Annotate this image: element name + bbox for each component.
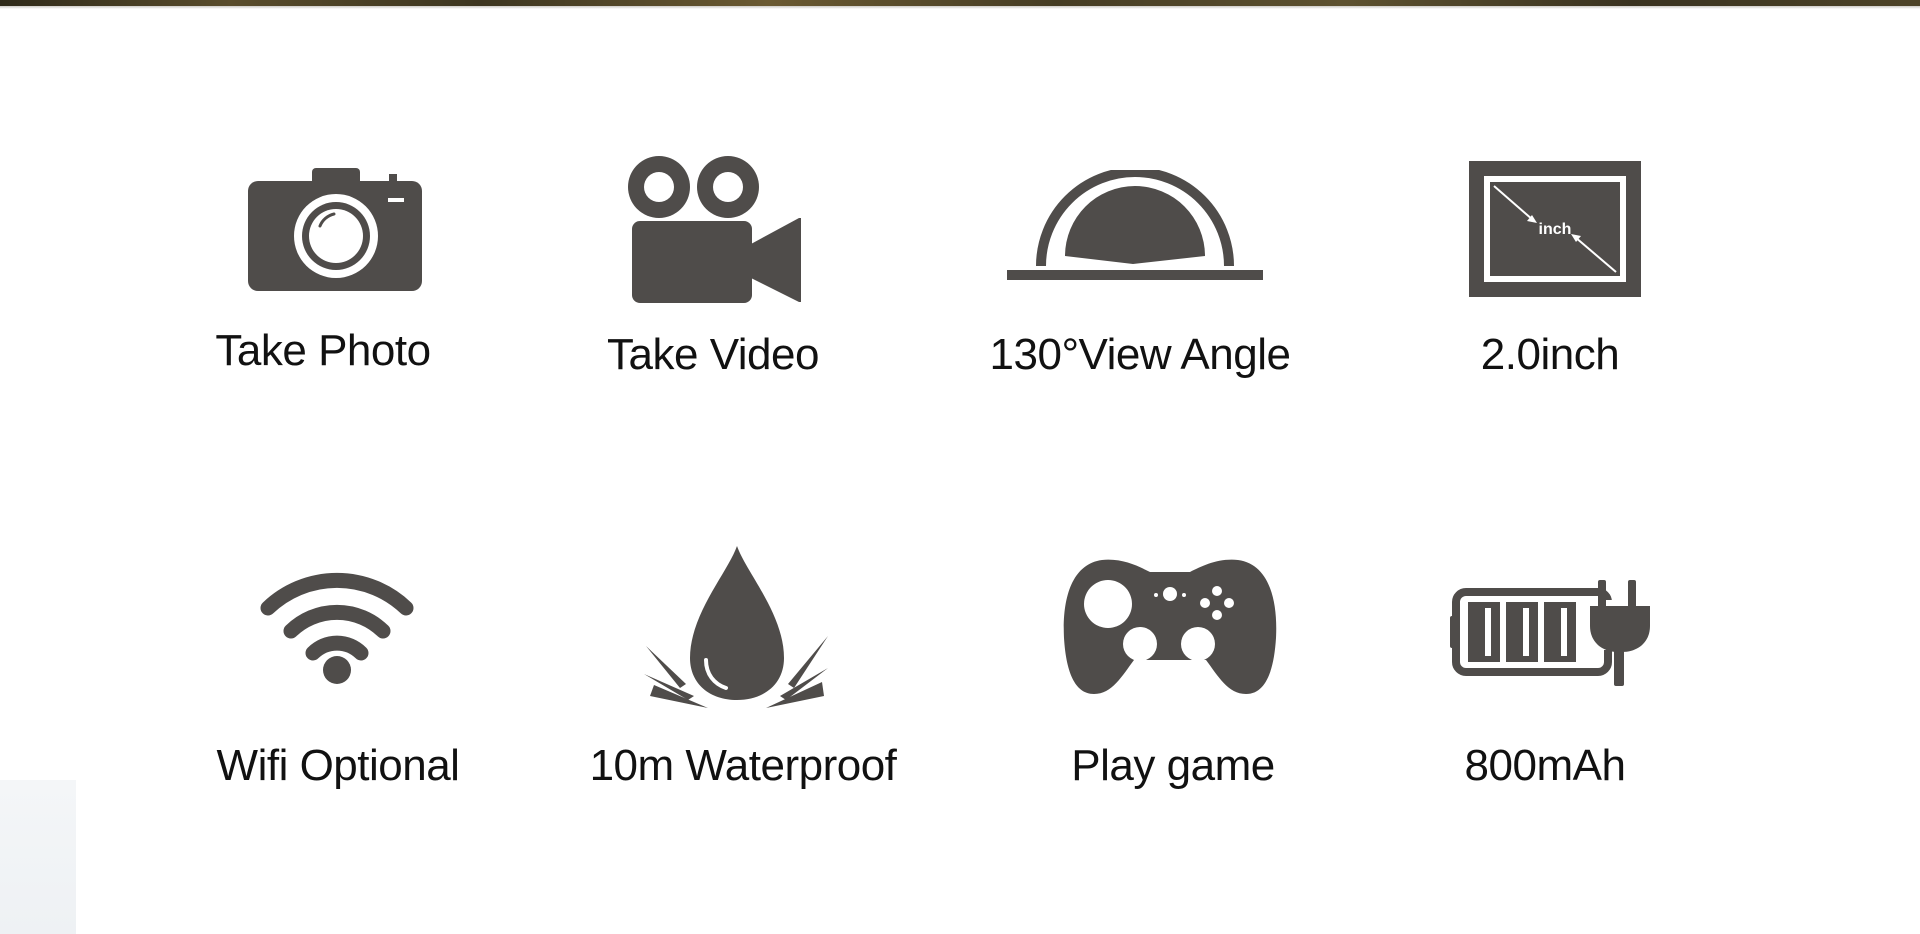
feature-label-play-game: Play game: [1071, 741, 1275, 790]
screen-size-icon-text: inch: [1539, 221, 1572, 238]
feature-label-waterproof: 10m Waterproof: [589, 741, 897, 790]
screen-size-icon: inch: [1469, 161, 1641, 297]
video-camera-icon: [627, 154, 807, 304]
water-drop-icon: [644, 544, 830, 710]
wifi-icon: [260, 562, 414, 688]
feature-label-take-video: Take Video: [607, 330, 819, 379]
top-photo-strip: [0, 0, 1920, 9]
feature-label-view-angle: 130°View Angle: [989, 330, 1291, 379]
feature-label-take-photo: Take Photo: [215, 326, 431, 375]
view-angle-icon: [1007, 170, 1263, 282]
camera-icon: [248, 166, 426, 292]
left-edge-fade: [0, 780, 76, 934]
battery-plug-icon: [1450, 580, 1656, 690]
feature-label-wifi: Wifi Optional: [216, 741, 460, 790]
feature-label-battery: 800mAh: [1464, 741, 1626, 790]
feature-label-screen-size: 2.0inch: [1480, 330, 1620, 379]
gamepad-icon: [1062, 558, 1278, 696]
feature-page: Take Photo Take Video 130°View Angle inc…: [0, 0, 1920, 934]
